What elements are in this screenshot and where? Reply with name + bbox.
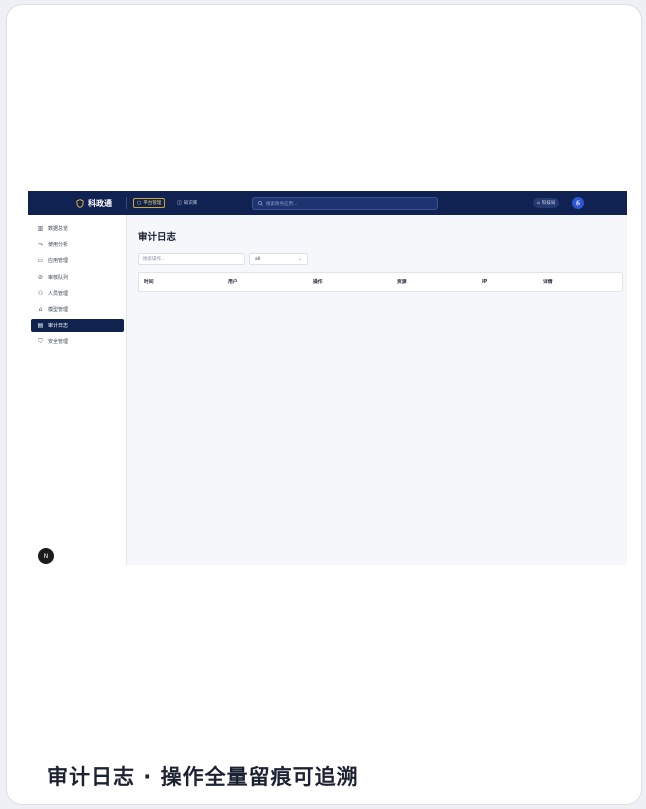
bar-chart-icon: ▥ [37,224,44,232]
sidebar-item-label: 使用分析 [48,242,69,248]
sidebar-item-audit-log[interactable]: ▤ 审计日志 [31,319,124,332]
shield-icon: ⛉ [38,337,43,345]
filter-select[interactable]: all ⌄ [249,253,308,265]
document-icon: ▤ [37,321,44,329]
sidebar-item-label: 安全管理 [48,339,69,345]
brand-name: 科政通 [88,198,112,208]
next-badge-icon[interactable]: N [38,548,54,564]
sidebar-item-data-overview[interactable]: ▥ 数据总览 [31,222,124,235]
caption: 审计日志 · 操作全量留痕可追溯 [47,765,359,789]
brand[interactable]: 科政通 [76,191,112,215]
search-icon [258,201,263,206]
search-operations-input[interactable]: 搜索操作... [138,253,245,265]
sidebar-item-people-management[interactable]: ⚇ 人员管理 [31,287,124,300]
column-header-ip[interactable]: IP [482,273,487,293]
sidebar-item-label: 审核队列 [48,275,69,281]
sidebar-item-review-queue[interactable]: ⊘ 审核队列 [31,271,124,284]
sidebar-item-model-management[interactable]: ⌂ 模型管理 [31,303,124,316]
search-placeholder: 搜索政务应用... [266,201,298,207]
sidebar: ▥ 数据总览 ⤳ 使用分析 ▭ 应用管理 ⊘ 审核队列 ⚇ 人员管理 ⌂ 模型管… [28,215,127,565]
select-value: all [255,256,261,262]
app-screenshot: 科政通 ○ 平台管理 ◫ 知识库 搜索政务应用... ⌂ 科技局 系 ▥ 数据总… [28,191,627,565]
page-title: 审计日志 [138,232,177,243]
navbar-divider [126,197,127,209]
column-header-action[interactable]: 操作 [313,273,323,293]
tenant-label: 科技局 [541,201,556,206]
shield-logo-icon [76,198,84,208]
check-circle-icon: ⊘ [37,273,44,281]
robot-icon: ⌂ [38,305,43,313]
input-placeholder: 搜索操作... [143,257,166,262]
tab-label: 知识库 [183,201,198,206]
users-icon: ⚇ [37,289,44,297]
sidebar-item-usage-analysis[interactable]: ⤳ 使用分析 [31,238,124,251]
sidebar-item-label: 数据总览 [48,226,69,232]
chevron-down-icon: ⌄ [297,256,302,262]
showcase-card: 科政通 ○ 平台管理 ◫ 知识库 搜索政务应用... ⌂ 科技局 系 ▥ 数据总… [6,4,642,805]
audit-log-table: 时间 用户 操作 资源 IP 详情 [138,272,623,292]
sidebar-item-label: 模型管理 [48,307,69,313]
tenant-button[interactable]: ⌂ 科技局 [533,198,560,208]
book-icon: ◫ [177,199,182,206]
column-header-time[interactable]: 时间 [144,273,154,293]
sidebar-item-security-management[interactable]: ⛉ 安全管理 [31,335,124,348]
sidebar-item-app-management[interactable]: ▭ 应用管理 [31,254,124,267]
circle-icon: ○ [137,199,142,206]
search-input[interactable]: 搜索政务应用... [252,197,438,210]
column-header-user[interactable]: 用户 [228,273,238,293]
tab-platform-admin[interactable]: ○ 平台管理 [133,198,166,208]
column-header-resource[interactable]: 资源 [397,273,407,293]
tab-knowledge-base[interactable]: ◫ 知识库 [174,198,200,208]
top-navbar: 科政通 ○ 平台管理 ◫ 知识库 搜索政务应用... ⌂ 科技局 系 [28,191,627,215]
tab-label: 平台管理 [143,201,162,206]
trend-icon: ⤳ [38,240,43,248]
sidebar-item-label: 应用管理 [48,258,69,264]
sidebar-item-label: 人员管理 [48,291,69,297]
window-icon: ▭ [37,256,44,264]
avatar[interactable]: 系 [572,197,584,209]
building-icon: ⌂ [537,200,540,206]
sidebar-item-label: 审计日志 [48,323,69,329]
column-header-details[interactable]: 详情 [543,273,553,293]
